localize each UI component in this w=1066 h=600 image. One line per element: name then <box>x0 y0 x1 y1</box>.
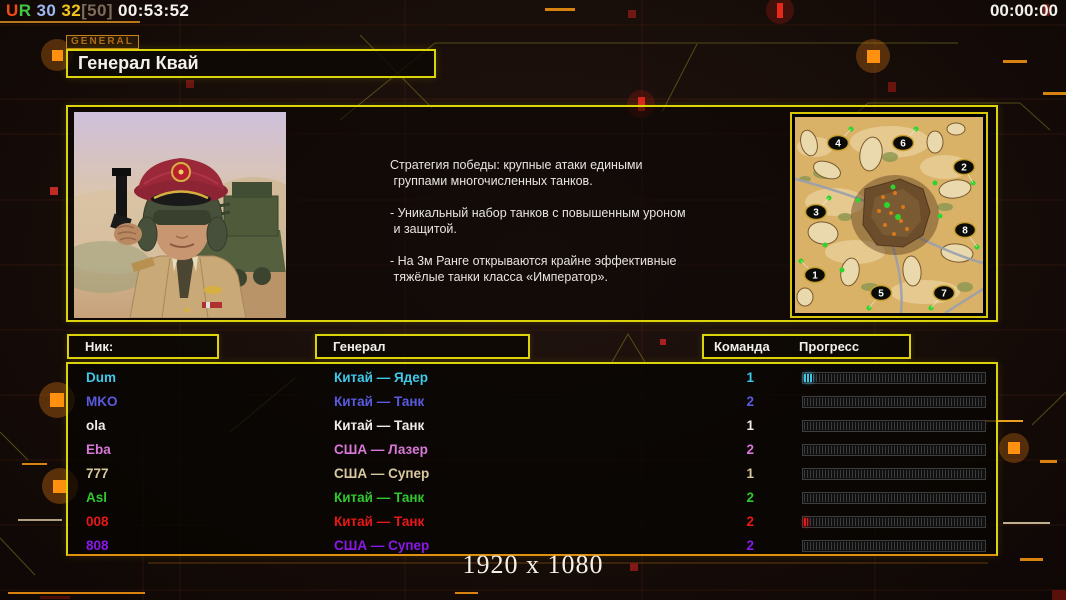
general-description: Стратегия победы: крупные атаки едиными … <box>390 158 686 284</box>
player-general: Китай — Танк <box>334 418 425 433</box>
player-general: Китай — Танк <box>334 514 425 529</box>
progress-ticks <box>804 494 984 502</box>
svg-text:5: 5 <box>878 289 884 300</box>
player-progress-bar <box>802 420 986 432</box>
svg-text:3: 3 <box>813 208 819 219</box>
player-row: 008 Китай — Танк 2 <box>68 510 996 534</box>
general-portrait <box>74 112 286 318</box>
player-team: 1 <box>746 418 754 433</box>
progress-ticks <box>804 446 984 454</box>
player-row: MKO Китай — Танк 2 <box>68 390 996 414</box>
svg-text:1: 1 <box>812 271 818 282</box>
player-team: 1 <box>746 370 754 385</box>
player-nick: Eba <box>86 442 111 457</box>
player-general: Китай — Танк <box>334 490 425 505</box>
player-progress-bar <box>802 516 986 528</box>
player-table: Dum Китай — Ядер 1 MKO Китай — Танк 2 ola Китай… <box>66 362 998 556</box>
player-team: 2 <box>746 394 754 409</box>
player-nick: ola <box>86 418 106 433</box>
stat-segment: 00:53:52 <box>112 1 190 20</box>
general-name-title: Генерал Квай <box>66 49 436 78</box>
column-header-nick: Ник: <box>67 334 219 359</box>
progress-ticks <box>804 470 984 478</box>
player-general: США — Супер <box>334 466 430 481</box>
stat-segment: R <box>18 1 32 20</box>
progress-ticks <box>804 398 984 406</box>
player-general: США — Лазер <box>334 442 428 457</box>
player-row: Asl Китай — Танк 2 <box>68 486 996 510</box>
progress-ticks <box>804 518 984 526</box>
player-row: Eba США — Лазер 2 <box>68 438 996 462</box>
player-progress-bar <box>802 492 986 504</box>
player-progress-bar <box>802 468 986 480</box>
player-row: 777 США — Супер 1 <box>68 462 996 486</box>
player-general: Китай — Танк <box>334 394 425 409</box>
player-nick: MKO <box>86 394 118 409</box>
progress-fill <box>804 374 813 382</box>
svg-text:7: 7 <box>941 289 947 300</box>
player-row: ola Китай — Танк 1 <box>68 414 996 438</box>
stat-segment: 30 <box>31 1 57 20</box>
match-timer: 00:00:00 <box>989 1 1058 20</box>
progress-ticks <box>804 422 984 430</box>
player-nick: Asl <box>86 490 108 505</box>
player-progress-bar <box>802 396 986 408</box>
progress-ticks <box>804 374 984 382</box>
stat-segment: U <box>6 1 19 20</box>
column-header-team: Команда <box>714 339 770 354</box>
stat-segment: 32 <box>56 1 82 20</box>
column-header-progress: Прогресс <box>799 339 860 354</box>
player-progress-bar <box>802 444 986 456</box>
player-nick: 777 <box>86 466 109 481</box>
general-info-panel: Стратегия победы: крупные атаки едиными … <box>66 105 998 322</box>
player-team: 2 <box>746 514 754 529</box>
map-preview: 1 2 3 4 5 6 7 8 <box>790 112 988 318</box>
player-nick: 008 <box>86 514 109 529</box>
player-team: 2 <box>746 442 754 457</box>
player-list: Dum Китай — Ядер 1 MKO Китай — Танк 2 ola Китай… <box>68 366 996 558</box>
player-general: Китай — Ядер <box>334 370 428 385</box>
column-header-general: Генерал <box>315 334 530 359</box>
svg-text:4: 4 <box>835 139 841 150</box>
svg-text:6: 6 <box>900 139 906 150</box>
svg-text:8: 8 <box>962 226 968 237</box>
resolution-label: 1920 x 1080 <box>462 550 604 579</box>
progress-ticks <box>804 542 984 550</box>
column-header-team-progress: Команда Прогресс <box>702 334 911 359</box>
progress-fill <box>804 518 808 526</box>
svg-text:2: 2 <box>961 163 967 174</box>
player-team: 2 <box>746 490 754 505</box>
player-team: 1 <box>746 466 754 481</box>
player-row: Dum Китай — Ядер 1 <box>68 366 996 390</box>
stat-segment: [50] <box>81 1 113 20</box>
player-progress-bar <box>802 372 986 384</box>
player-nick: Dum <box>86 370 116 385</box>
session-stats: UR 30 32[50] 00:53:52 <box>6 1 189 21</box>
general-tab: GENERAL <box>66 35 139 49</box>
